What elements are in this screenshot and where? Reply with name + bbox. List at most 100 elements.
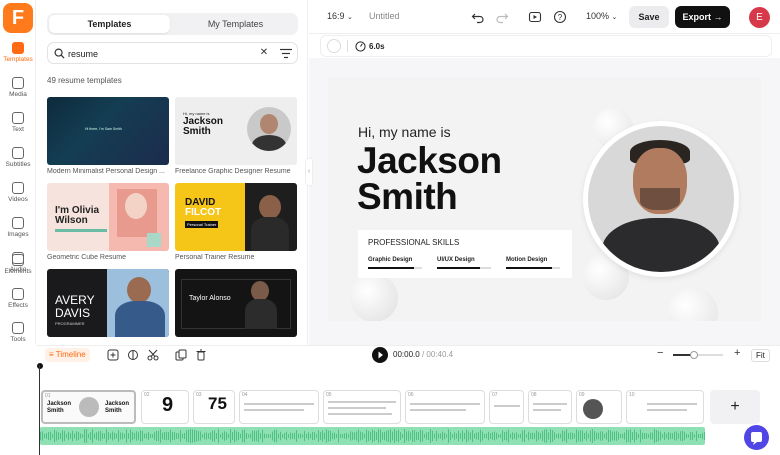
skill-bar — [368, 267, 422, 269]
scene-clip[interactable]: 05 — [323, 390, 401, 424]
scene-clip[interactable]: 03 75 — [193, 390, 235, 424]
template-search: ✕ — [47, 42, 298, 64]
scene-clip[interactable]: 08 — [528, 390, 572, 424]
scene-clip[interactable]: 07 — [489, 390, 524, 424]
rail-item-videos[interactable]: Videos — [0, 182, 36, 203]
playback-time: 00:00.0 / 00:40.4 — [393, 350, 454, 359]
audio-waveform — [40, 429, 705, 443]
effects-icon — [12, 288, 24, 300]
search-input[interactable] — [68, 46, 258, 61]
tools-icon — [12, 322, 24, 334]
decor-sphere — [350, 274, 398, 321]
background-color-swatch[interactable] — [327, 39, 341, 53]
slider-handle[interactable] — [690, 351, 698, 359]
clip-number: 03 — [196, 392, 202, 398]
filter-icon[interactable] — [280, 48, 292, 59]
clear-search-icon[interactable]: ✕ — [258, 47, 270, 59]
svg-text:?: ? — [558, 13, 563, 22]
templates-icon — [12, 42, 24, 54]
split-icon[interactable] — [127, 349, 139, 361]
scene-clip[interactable]: 04 — [239, 390, 319, 424]
rail-item-tools[interactable]: Tools — [0, 322, 36, 343]
skill-label: Motion Design — [506, 257, 548, 263]
skill-label: Graphic Design — [368, 257, 413, 263]
rail-item-effects[interactable]: Effects — [0, 288, 36, 309]
thumb-text: Personal Trainer — [185, 221, 219, 228]
tab-my-templates[interactable]: My Templates — [175, 15, 296, 33]
redo-icon[interactable] — [495, 10, 509, 24]
template-label: Personal Trainer Resume — [175, 254, 255, 261]
collapse-panel-handle[interactable]: ‹ — [305, 158, 313, 186]
videos-icon — [12, 182, 24, 194]
rail-item-media[interactable]: Media — [0, 77, 36, 98]
template-card[interactable]: Hi there, I'm Sam Smith — [47, 97, 169, 165]
rail-item-subtitles[interactable]: Subtitles — [0, 147, 36, 168]
scene-clip[interactable]: 06 — [405, 390, 485, 424]
rail-item-label: Text — [12, 126, 24, 133]
timeline-tracks: 01 Jackson Smith Jackson Smith 02 9 03 75 … — [37, 363, 780, 455]
profile-photo[interactable] — [583, 121, 739, 277]
scene-duration[interactable]: 6.0s — [369, 42, 385, 51]
clip-number: 01 — [45, 393, 51, 399]
clip-number: 06 — [408, 392, 414, 398]
thumb-text: Taylor Alonso — [189, 295, 231, 302]
rail-item-label: Media — [9, 91, 27, 98]
scene-clip[interactable]: 01 Jackson Smith Jackson Smith — [41, 390, 136, 424]
document-name[interactable]: Untitled — [369, 11, 400, 21]
search-icon — [54, 48, 65, 59]
last-name-text[interactable]: Smith — [357, 176, 458, 218]
top-bar: 16:9 ⌄ Untitled ? 100% ⌄ Save Export → E — [309, 0, 780, 34]
fit-button[interactable]: Fit — [751, 349, 770, 362]
play-button[interactable] — [372, 347, 388, 363]
help-icon[interactable]: ? — [553, 10, 567, 24]
preview-icon[interactable] — [528, 10, 542, 24]
zoom-select[interactable]: 100% ⌄ — [586, 11, 617, 21]
template-card[interactable]: AVERY DAVIS PROGRAMMER — [47, 269, 169, 337]
scissors-icon[interactable] — [147, 349, 159, 361]
chat-icon — [751, 432, 762, 445]
rail-item-label: Tools — [10, 336, 26, 343]
timeline-toolbar: ≡ Timeline 00:00.0 / 00:40.4 − + Fit — [37, 345, 780, 363]
timeline-zoom-slider[interactable] — [673, 351, 723, 359]
clip-number: 02 — [144, 392, 150, 398]
tab-templates[interactable]: Templates — [49, 15, 170, 33]
scene-clip[interactable]: 02 9 — [141, 390, 189, 424]
skills-box[interactable]: PROFESSIONAL SKILLS Graphic Design UI/UX… — [358, 230, 572, 278]
template-label: Geometric Cube Resume — [47, 254, 126, 261]
app-logo[interactable]: F — [3, 3, 33, 33]
aspect-ratio-select[interactable]: 16:9 ⌄ — [327, 11, 353, 21]
add-scene-button[interactable]: + — [710, 390, 760, 424]
elements-icon — [12, 254, 24, 266]
scene-clip[interactable]: 09 — [576, 390, 622, 424]
chat-support-button[interactable] — [744, 425, 769, 450]
rail-item-label: Templates — [3, 56, 33, 63]
timeline-toggle-button[interactable]: ≡ Timeline — [45, 348, 90, 362]
slide-canvas[interactable]: Hi, my name is Jackson Smith PROFESSIONA… — [328, 78, 761, 321]
scene-clip[interactable]: 10 — [626, 390, 704, 424]
export-button[interactable]: Export → — [675, 6, 730, 28]
user-avatar[interactable]: E — [749, 7, 770, 28]
rail-item-templates[interactable]: Templates — [0, 42, 36, 63]
zoom-in-icon[interactable]: + — [734, 347, 740, 359]
rail-item-images[interactable]: Images — [0, 217, 36, 238]
duplicate-icon[interactable] — [175, 349, 187, 361]
trash-icon[interactable] — [195, 349, 207, 361]
zoom-out-icon[interactable]: − — [657, 347, 663, 359]
save-button[interactable]: Save — [629, 6, 669, 28]
timeline-icon: ≡ — [49, 350, 54, 359]
result-count: 49 resume templates — [47, 76, 122, 85]
audio-track[interactable] — [40, 427, 705, 445]
rail-item-elements[interactable]: Elements — [0, 254, 36, 275]
clip-number: 09 — [579, 392, 585, 398]
rail-item-text[interactable]: Text — [0, 112, 36, 133]
greeting-text[interactable]: Hi, my name is — [358, 124, 451, 140]
template-card[interactable]: Taylor Alonso — [175, 269, 297, 337]
thumb-text: Wilson — [55, 215, 88, 226]
playhead[interactable] — [37, 363, 43, 369]
template-card[interactable]: Hi, my name is Jackson Smith — [175, 97, 297, 165]
template-card[interactable]: I'm Olivia Wilson — [47, 183, 169, 251]
undo-icon[interactable] — [471, 10, 485, 24]
template-card[interactable]: DAVID FILCOT Personal Trainer — [175, 183, 297, 251]
thumb-text: Hi there, I'm Sam Smith — [85, 127, 122, 131]
add-icon[interactable] — [107, 349, 119, 361]
